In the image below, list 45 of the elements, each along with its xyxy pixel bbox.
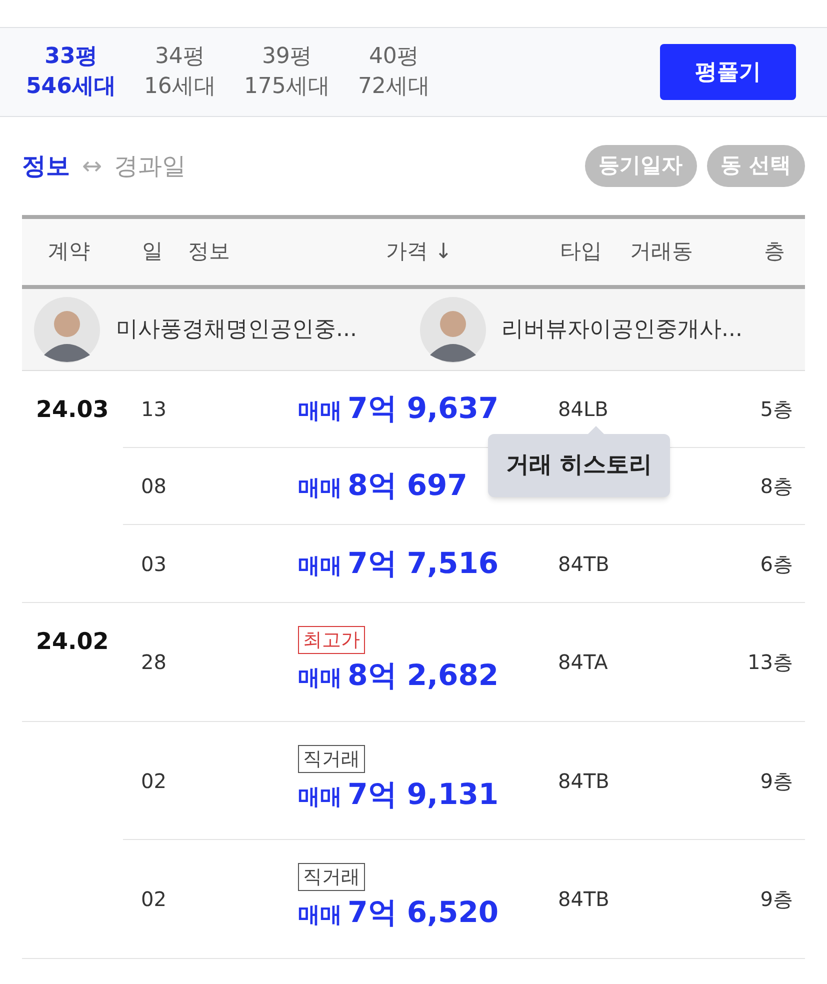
agent-name[interactable]: 리버뷰자이공인중개사... bbox=[502, 313, 742, 346]
floor-cell-text: 9층 bbox=[759, 768, 794, 794]
size-tab[interactable]: 39평 175세대 bbox=[240, 42, 334, 102]
day-cell-text: 08 bbox=[140, 473, 168, 500]
view-toggle[interactable]: 정보 bbox=[22, 148, 70, 184]
day-cell-text: 13 bbox=[140, 396, 168, 423]
type-cell-text: 84LB bbox=[558, 396, 610, 423]
column-header: 타입 bbox=[559, 238, 603, 266]
floor-cell-text: 13층 bbox=[746, 649, 794, 676]
floor-cell-text: 8층 bbox=[759, 473, 794, 500]
column-header: 계약 bbox=[47, 238, 91, 266]
floor-cell-text: 6층 bbox=[759, 550, 794, 578]
type-cell-text: 84TB bbox=[558, 886, 610, 913]
trade-tag: 최고가 bbox=[298, 626, 365, 654]
contract-month: 24.03 bbox=[36, 397, 109, 423]
day-cell-text: 03 bbox=[140, 550, 168, 578]
trade-tag: 직거래 bbox=[298, 863, 365, 892]
day-cell-text: 02 bbox=[140, 768, 168, 794]
column-header: 일 bbox=[141, 238, 164, 266]
price-cell[interactable]: 매매 7억 6,520 bbox=[298, 891, 499, 935]
size-tab[interactable]: 34평 16세대 bbox=[140, 42, 220, 102]
type-cell-text: 84TB bbox=[558, 768, 610, 794]
price-cell[interactable]: 매매 8억 697 bbox=[298, 464, 468, 508]
swap-arrow: ↔ bbox=[82, 151, 102, 182]
floor-cell-text: 9층 bbox=[759, 886, 794, 913]
price-cell[interactable]: 매매 7억 9,131 bbox=[298, 772, 499, 816]
column-header: 거래동 bbox=[629, 238, 694, 266]
day-cell-text: 02 bbox=[140, 886, 168, 913]
agent-name[interactable]: 미사풍경채명인공인중... bbox=[116, 313, 357, 346]
size-tab[interactable]: 40평 72세대 bbox=[354, 42, 434, 102]
type-cell-text: 84TA bbox=[558, 649, 609, 676]
price-cell[interactable]: 매매 8억 2,682 bbox=[298, 654, 499, 698]
tooltip: 거래 히스토리 bbox=[488, 434, 670, 496]
type-cell-text: 84TB bbox=[558, 550, 610, 578]
day-cell-text: 28 bbox=[140, 649, 168, 676]
price-cell[interactable]: 매매 7억 7,516 bbox=[298, 542, 499, 586]
column-header[interactable]: 가격 ↓ bbox=[282, 236, 542, 268]
trade-tag: 직거래 bbox=[298, 744, 365, 773]
column-header: 층 bbox=[763, 238, 786, 266]
size-tab[interactable]: 33평 546세대 bbox=[22, 42, 120, 102]
size-expand-button[interactable]: 평풀기 bbox=[660, 44, 796, 100]
column-header: 정보 bbox=[187, 238, 231, 266]
contract-month: 24.02 bbox=[36, 629, 109, 655]
floor-cell-text: 5층 bbox=[759, 396, 794, 423]
price-cell[interactable]: 매매 7억 9,637 bbox=[298, 387, 499, 431]
